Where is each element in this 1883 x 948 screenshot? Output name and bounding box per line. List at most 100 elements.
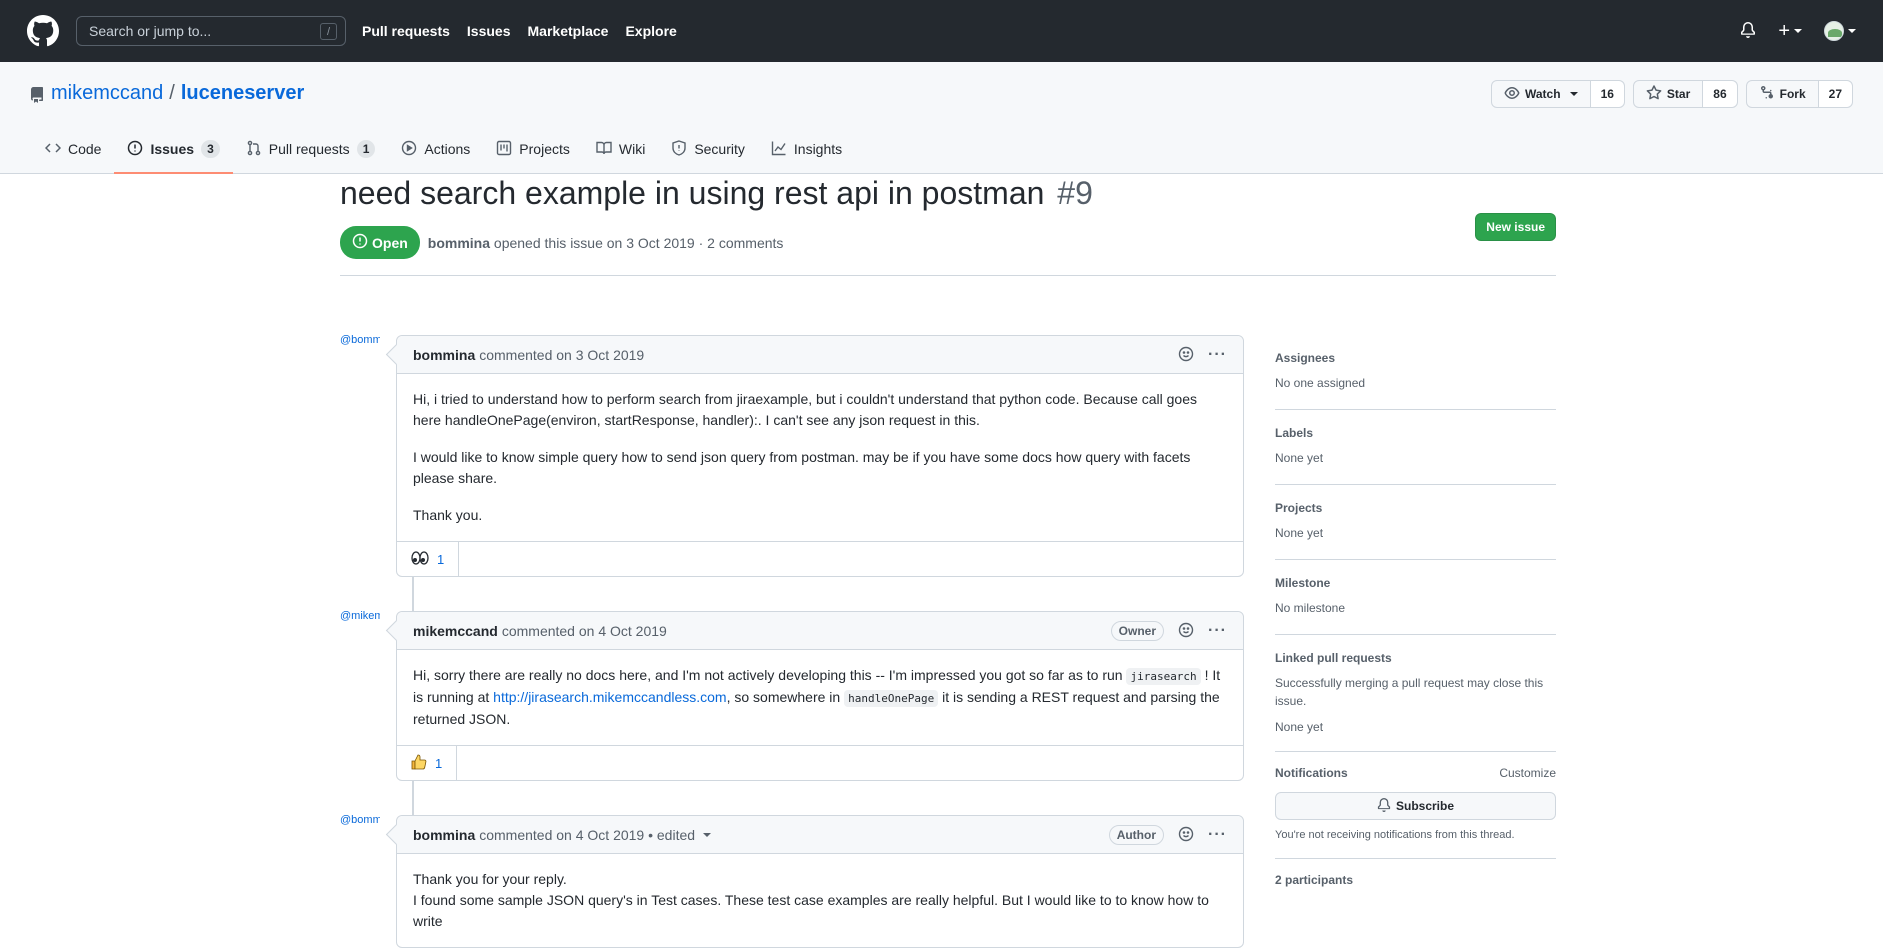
tab-code[interactable]: Code [32, 125, 114, 173]
comment-paragraph: Hi, i tried to understand how to perform… [413, 391, 1197, 428]
fork-icon [1759, 85, 1775, 104]
github-logo-icon[interactable] [27, 15, 59, 47]
fork-label: Fork [1779, 87, 1806, 101]
kebab-menu-icon[interactable]: ··· [1208, 346, 1227, 364]
user-menu[interactable] [1824, 21, 1856, 41]
global-header: Search or jump to... / Pull requests Iss… [0, 0, 1883, 62]
subscribe-button[interactable]: Subscribe [1275, 792, 1556, 820]
tab-pull-requests[interactable]: Pull requests 1 [233, 125, 389, 173]
fork-count[interactable]: 27 [1818, 81, 1852, 107]
nav-issues[interactable]: Issues [467, 23, 511, 39]
reactions-bar: 1 [397, 541, 1243, 577]
top-nav: Pull requests Issues Marketplace Explore [362, 23, 694, 39]
reaction-count: 1 [437, 551, 445, 567]
tab-label: Security [694, 141, 745, 157]
smiley-icon[interactable] [1178, 826, 1194, 845]
comment-paragraph: Hi, sorry there are really no docs here,… [413, 665, 1227, 730]
inline-code: jirasearch [1126, 668, 1201, 685]
comment-header: bommina commented on 4 Oct 2019 • edited… [397, 816, 1243, 854]
sidebar-value: None yet [1275, 526, 1324, 540]
avatar[interactable]: @bommina [340, 335, 380, 375]
edit-history-chevron-down-icon[interactable] [703, 832, 712, 837]
sidebar-value: None yet [1275, 451, 1324, 465]
fork-button[interactable]: Fork [1747, 81, 1819, 107]
tab-label: Projects [519, 141, 570, 157]
star-count[interactable]: 86 [1703, 81, 1737, 107]
issue-opened-icon [352, 233, 368, 252]
tab-label: Insights [793, 141, 843, 157]
issue-author-link[interactable]: bommina [428, 235, 490, 251]
comment-header: mikemccand commented on 4 Oct 2019 Owner… [397, 612, 1243, 650]
issue-number: #9 [1057, 175, 1093, 211]
comment-date[interactable]: commented on 3 Oct 2019 [479, 347, 644, 363]
tab-insights[interactable]: Insights [758, 125, 855, 173]
sidebar-label[interactable]: Linked pull requests [1275, 651, 1556, 665]
comment-paragraph: Thank you. [413, 507, 483, 523]
kebab-menu-icon[interactable]: ··· [1208, 622, 1227, 640]
comment-author-link[interactable]: mikemccand [413, 623, 498, 639]
comment-actions: ··· [1178, 336, 1227, 374]
eye-icon [1504, 85, 1520, 104]
comment-date[interactable]: commented on 4 Oct 2019 [502, 623, 667, 639]
subscribe-label: Subscribe [1395, 799, 1455, 813]
comment-box: mikemccand commented on 4 Oct 2019 Owner… [396, 611, 1244, 781]
avatar[interactable]: @bommina [340, 815, 380, 855]
smiley-icon[interactable] [1178, 622, 1194, 641]
reactions-bar: 1 [397, 745, 1243, 781]
jirasearch-link[interactable]: http://jirasearch.mikemccandless.com [493, 689, 726, 705]
repo-actions: Watch 16 Star 86 Fork 27 [1491, 80, 1853, 108]
play-icon [401, 140, 417, 159]
timeline-connector [412, 781, 414, 815]
star-button[interactable]: Star [1634, 81, 1704, 107]
bell-icon[interactable] [1740, 21, 1756, 41]
comment-body: Thank you for your reply. I found some s… [397, 854, 1243, 947]
sidebar-value: None yet [1275, 720, 1324, 734]
watch-count[interactable]: 16 [1590, 81, 1624, 107]
tab-security[interactable]: Security [658, 125, 758, 173]
reaction-thumbs-up[interactable]: 1 [397, 745, 458, 781]
shield-icon [671, 139, 687, 159]
tab-counter: 1 [356, 140, 376, 158]
watch-button[interactable]: Watch [1492, 81, 1591, 107]
star-icon [1646, 84, 1662, 104]
comment-author-link[interactable]: bommina [413, 827, 475, 843]
sidebar-projects: Projects None yet [1275, 485, 1556, 560]
comment-box: bommina commented on 3 Oct 2019 ··· Hi, … [396, 335, 1244, 577]
star-button-group: Star 86 [1632, 80, 1738, 108]
tab-wiki[interactable]: Wiki [583, 125, 658, 173]
project-icon [496, 140, 512, 159]
comment-paragraph: Thank you for your reply. [413, 871, 567, 887]
tab-projects[interactable]: Projects [483, 125, 583, 173]
search-placeholder: Search or jump to... [89, 23, 212, 39]
tab-actions[interactable]: Actions [388, 125, 483, 173]
code-icon [44, 140, 62, 159]
sidebar-label[interactable]: Milestone [1275, 576, 1556, 590]
graph-icon [771, 140, 787, 159]
sidebar-label[interactable]: Labels [1275, 426, 1556, 440]
reaction-eyes[interactable]: 1 [397, 541, 460, 577]
nav-marketplace[interactable]: Marketplace [528, 23, 609, 39]
new-issue-button[interactable]: New issue [1475, 213, 1556, 241]
chevron-down-icon [1794, 29, 1802, 33]
repo-name-link[interactable]: luceneserver [181, 82, 304, 105]
search-input[interactable]: Search or jump to... / [76, 16, 346, 46]
watch-label: Watch [1525, 87, 1561, 101]
comment-date[interactable]: commented on 4 Oct 2019 • edited [479, 827, 695, 843]
customize-link[interactable]: Customize [1499, 766, 1556, 780]
status-label: Open [372, 234, 408, 251]
nav-explore[interactable]: Explore [625, 23, 676, 39]
kebab-menu-icon[interactable]: ··· [1208, 826, 1227, 844]
repo-owner-link[interactable]: mikemccand [51, 82, 163, 105]
comment-author-link[interactable]: bommina [413, 347, 475, 363]
create-new-dropdown[interactable]: + [1778, 21, 1802, 41]
sidebar-label[interactable]: Projects [1275, 501, 1556, 515]
smiley-icon[interactable] [1178, 346, 1194, 365]
comment-body: Hi, i tried to understand how to perform… [397, 374, 1243, 541]
comment-text: , so somewhere in [726, 689, 841, 705]
issue-meta: Open bommina opened this issue on 3 Oct … [340, 226, 1556, 276]
nav-pull-requests[interactable]: Pull requests [362, 23, 450, 39]
avatar[interactable]: @mikemccand [340, 611, 380, 651]
tab-issues[interactable]: Issues 3 [114, 125, 234, 174]
notifications-label: Notifications [1275, 766, 1348, 780]
sidebar-label[interactable]: Assignees [1275, 351, 1556, 365]
